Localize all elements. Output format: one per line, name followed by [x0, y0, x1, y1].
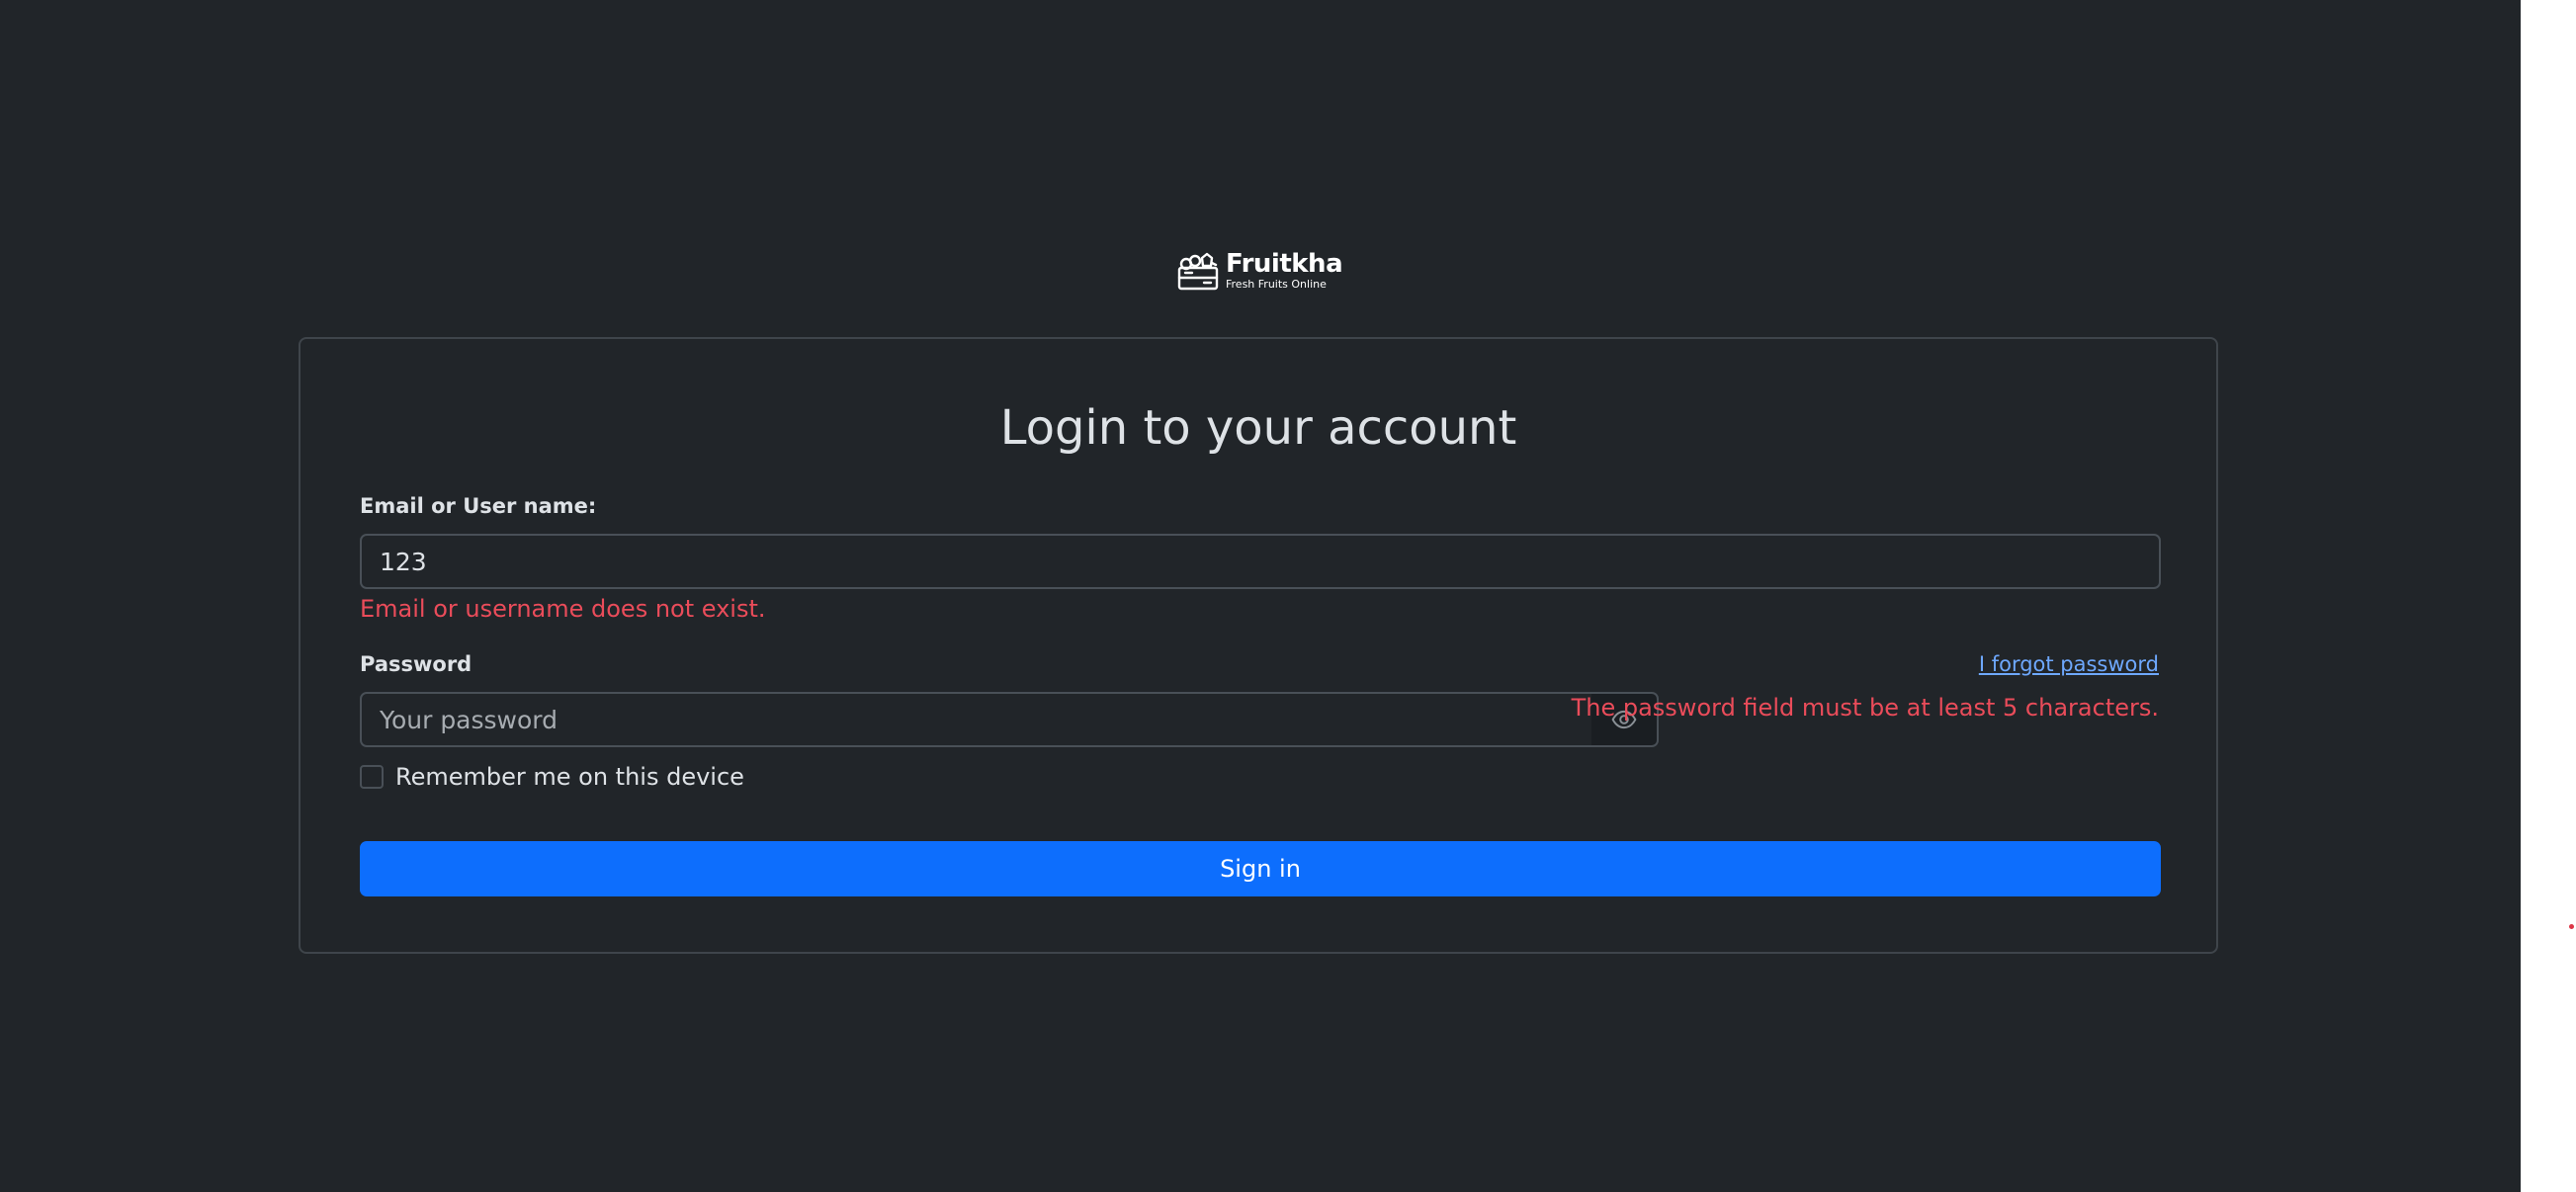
logo-name: Fruitkha — [1226, 249, 1343, 279]
logo-tagline: Fresh Fruits Online — [1226, 278, 1327, 291]
forgot-password-link[interactable]: I forgot password — [1979, 651, 2159, 677]
remember-me-checkbox[interactable] — [360, 765, 384, 789]
sign-in-button[interactable]: Sign in — [360, 841, 2161, 896]
remember-me-label[interactable]: Remember me on this device — [395, 762, 744, 792]
remember-me-row: Remember me on this device — [360, 762, 744, 792]
logo-text: Fruitkha Fresh Fruits Online — [1226, 249, 1343, 292]
password-error-message: The password field must be at least 5 ch… — [1571, 694, 2159, 722]
app-background: Fruitkha Fresh Fruits Online Login to yo… — [0, 0, 2521, 1192]
error-dot-indicator — [2569, 924, 2574, 929]
fruit-crate-icon — [1177, 252, 1219, 291]
email-input[interactable] — [360, 534, 2161, 589]
password-label: Password — [360, 652, 472, 676]
page-title: Login to your account — [999, 400, 1517, 456]
login-card: Login to your account Email or User name… — [299, 337, 2218, 954]
email-error-message: Email or username does not exist. — [360, 595, 766, 623]
brand-logo[interactable]: Fruitkha Fresh Fruits Online — [1176, 247, 1343, 295]
password-input[interactable] — [360, 692, 1595, 747]
email-label: Email or User name: — [360, 494, 597, 518]
